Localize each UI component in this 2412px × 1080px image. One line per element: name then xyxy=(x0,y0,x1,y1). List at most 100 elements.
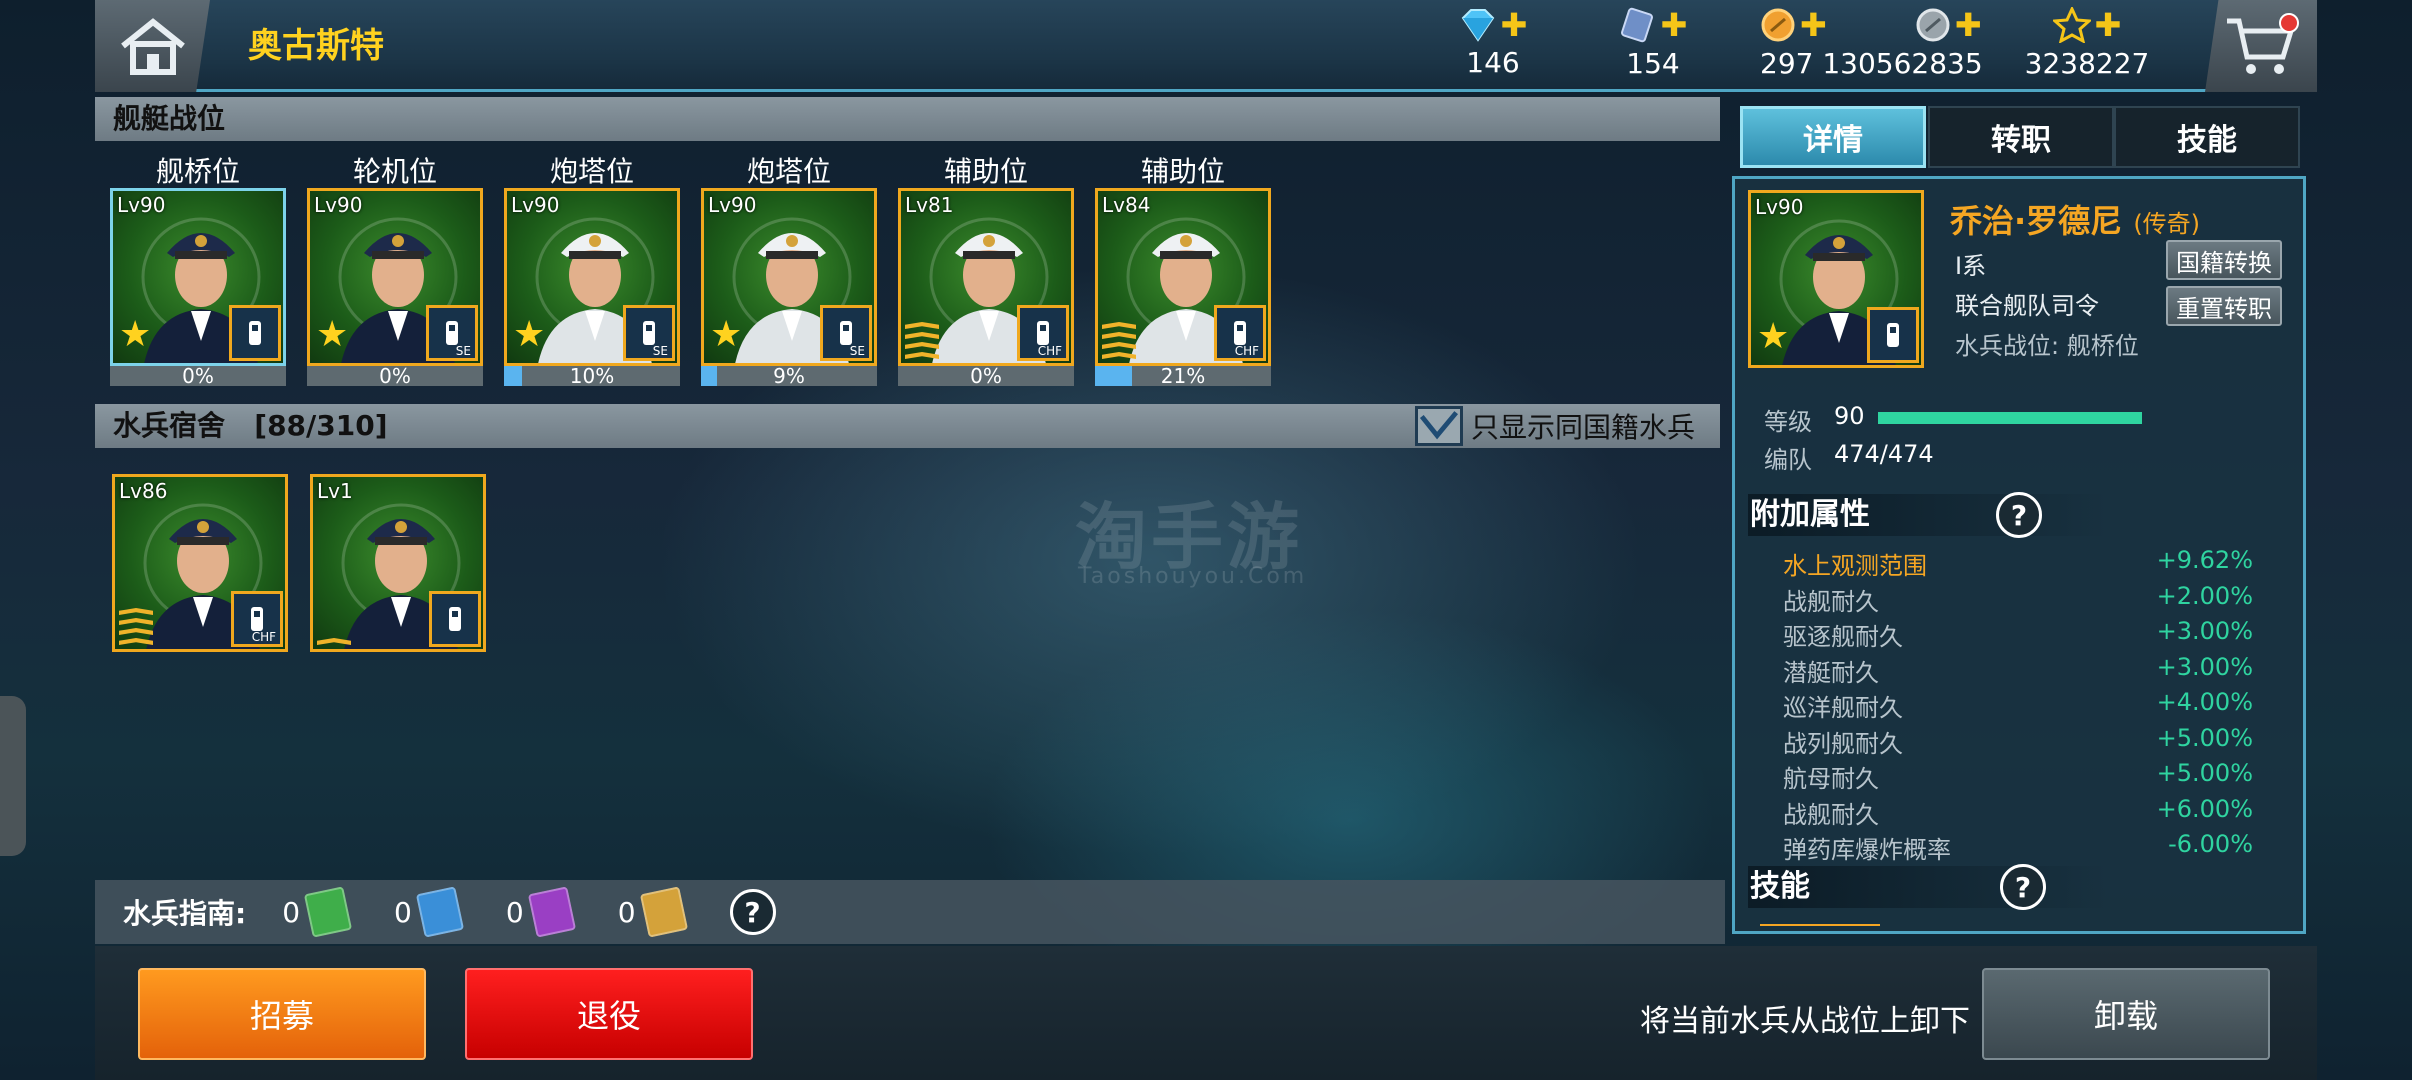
attribute-name: 航母耐久 xyxy=(1783,765,1879,793)
selected-officer-card: Lv90 ★ xyxy=(1748,190,1924,368)
experience-bar: 0% xyxy=(898,366,1074,386)
resource-blueprint[interactable]: ✚ 154 xyxy=(1578,4,1728,90)
blueprint-icon xyxy=(1620,7,1653,43)
level-bar xyxy=(1878,412,2142,424)
resource-value: 146 xyxy=(1466,46,1520,79)
tab-details[interactable]: 详情 xyxy=(1740,106,1926,168)
diamond-icon xyxy=(1461,9,1494,42)
recruit-button[interactable]: 招募 xyxy=(138,968,426,1060)
rank-star-icon: ★ xyxy=(513,314,546,355)
attribute-name: 战列舰耐久 xyxy=(1783,729,1903,758)
sailor-card[interactable]: Lv90 ★ SE xyxy=(307,188,483,366)
experience-text: 0% xyxy=(182,364,214,388)
guide-book-purple[interactable]: 0 xyxy=(506,886,576,938)
filter-checkbox[interactable] xyxy=(1415,406,1463,446)
guide-book-gold[interactable]: 0 xyxy=(617,886,688,938)
home-button[interactable] xyxy=(95,0,210,92)
unload-button[interactable]: 卸载 xyxy=(1982,968,2270,1060)
resource-diamond[interactable]: ✚ 146 xyxy=(1418,4,1568,90)
tab-job-change[interactable]: 转职 xyxy=(1928,106,2114,168)
officer-role: 联合舰队司令 xyxy=(1955,292,2099,320)
badge-text: SE xyxy=(652,344,668,358)
experience-text: 9% xyxy=(773,364,805,388)
slot-label: 舰桥位 xyxy=(155,155,240,188)
rank-star-icon: ★ xyxy=(710,314,743,355)
experience-text: 0% xyxy=(970,364,1002,388)
purple-manual-icon xyxy=(527,886,576,938)
experience-text: 0% xyxy=(379,364,411,388)
watermark-url: Taoshouyou.Com xyxy=(1078,564,1308,589)
sailor-card[interactable]: Lv81 CHF xyxy=(898,188,1074,366)
tab-skills[interactable]: 技能 xyxy=(2114,106,2300,168)
reset-job-button[interactable]: 重置转职 xyxy=(2166,286,2282,326)
skills-help-icon[interactable]: ? xyxy=(2000,864,2046,910)
shop-button[interactable] xyxy=(2205,0,2317,92)
rank-star-icon: ★ xyxy=(119,314,152,355)
team-label: 编队 xyxy=(1764,446,1812,474)
attribute-value: +6.00% xyxy=(2156,794,2253,823)
add-icon[interactable]: ✚ xyxy=(1661,9,1688,41)
radar-dish-icon: CHF xyxy=(231,591,283,647)
side-drawer-handle[interactable] xyxy=(0,696,26,856)
sailor-card[interactable]: Lv86 CHF xyxy=(112,474,288,652)
rank-chevrons-icon xyxy=(1102,319,1136,359)
sailor-card[interactable]: Lv90 ★ SE xyxy=(701,188,877,366)
same-nation-filter[interactable]: 只显示同国籍水兵 xyxy=(1415,406,1695,446)
level-tag: Lv81 xyxy=(905,193,954,217)
attributes-help-icon[interactable]: ? xyxy=(1996,492,2042,538)
guide-book-green[interactable]: 0 xyxy=(282,886,353,938)
resource-star[interactable]: ✚ 3238227 xyxy=(2012,4,2162,90)
guide-book-blue[interactable]: 0 xyxy=(394,886,464,938)
attribute-name: 战舰耐久 xyxy=(1783,800,1879,829)
sailor-card[interactable]: Lv1 xyxy=(310,474,486,652)
slot-label: 辅助位 xyxy=(1140,155,1225,188)
attribute-name: 水上观测范围 xyxy=(1783,552,1927,580)
guide-count: 0 xyxy=(394,895,412,929)
level-tag: Lv86 xyxy=(119,479,168,503)
officer-name: 乔治·罗德尼 (传奇) xyxy=(1950,196,2200,242)
engine-icon: SE xyxy=(426,305,478,361)
attributes-title: 附加属性 xyxy=(1750,497,1870,532)
retire-button[interactable]: 退役 xyxy=(465,968,753,1060)
sailor-card[interactable]: Lv90 ★ SE xyxy=(504,188,680,366)
attribute-name: 驱逐舰耐久 xyxy=(1783,623,1903,651)
radar-dish-icon: CHF xyxy=(1017,305,1069,361)
attribute-name: 巡洋舰耐久 xyxy=(1783,694,1903,722)
experience-bar: 0% xyxy=(110,366,286,386)
attribute-name: 战舰耐久 xyxy=(1783,587,1879,616)
gold-manual-icon xyxy=(639,886,688,938)
blue-manual-icon xyxy=(415,886,464,938)
attribute-row: 驱逐舰耐久 +3.00% xyxy=(1783,617,2253,652)
level-label: 等级 xyxy=(1764,408,1812,436)
level-tag: Lv90 xyxy=(511,193,560,217)
checkmark-icon xyxy=(1419,411,1459,440)
ship-positions-header: 舰艇战位 xyxy=(95,97,1720,141)
add-icon[interactable]: ✚ xyxy=(1800,9,1827,41)
badge-text: SE xyxy=(455,344,471,358)
help-icon[interactable]: ? xyxy=(729,889,776,935)
attribute-row: 弹药库爆炸概率 -6.00% xyxy=(1783,830,2253,865)
level-tag: Lv90 xyxy=(314,193,363,217)
nation-change-button[interactable]: 国籍转换 xyxy=(2166,240,2282,280)
attribute-value: +3.00% xyxy=(2156,652,2253,681)
star-icon xyxy=(2052,7,2091,43)
attribute-value: +9.62% xyxy=(2156,546,2253,574)
attribute-row: 战列舰耐久 +5.00% xyxy=(1783,724,2253,759)
resource-value: 154 xyxy=(1626,47,1680,80)
rank-star-icon: ★ xyxy=(316,314,349,355)
attribute-value: +5.00% xyxy=(2156,723,2253,752)
sailor-card[interactable]: Lv90 ★ xyxy=(110,188,286,366)
guide-label: 水兵指南: xyxy=(123,897,247,930)
guide-count: 0 xyxy=(617,895,636,929)
add-icon[interactable]: ✚ xyxy=(1501,9,1528,41)
slot-label: 炮塔位 xyxy=(746,155,831,188)
sailor-card[interactable]: Lv84 CHF xyxy=(1095,188,1271,366)
attribute-row: 水上观测范围 +9.62% xyxy=(1783,546,2253,581)
unload-hint: 将当前水兵从战位上卸下 xyxy=(1640,1004,1970,1039)
experience-text: 10% xyxy=(569,364,615,388)
slot-label: 炮塔位 xyxy=(549,155,634,188)
resource-coins[interactable]: ✚ ✚ 297 130562835 xyxy=(1730,4,2010,90)
add-icon[interactable]: ✚ xyxy=(1955,9,1982,41)
add-icon[interactable]: ✚ xyxy=(2095,9,2122,41)
resource-value: 130562835 xyxy=(1822,47,1983,80)
